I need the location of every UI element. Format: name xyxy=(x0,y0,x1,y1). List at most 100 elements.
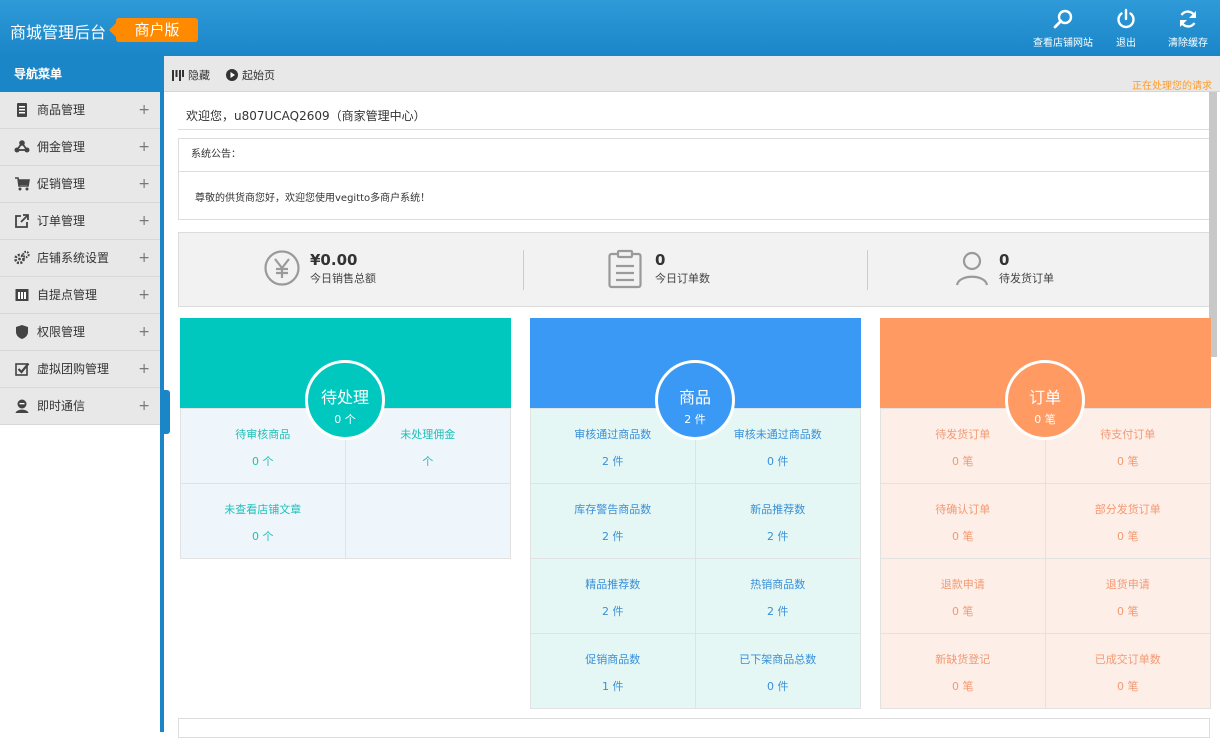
card-header: 商品 2 件 xyxy=(530,318,861,440)
notice-title: 系统公告： xyxy=(179,139,1209,172)
cell-value: 2 件 xyxy=(602,530,624,543)
cell-value: 1 件 xyxy=(602,680,624,693)
cell-value: 0 件 xyxy=(767,680,789,693)
card-grid: 待发货订单 0 笔 待支付订单 0 笔 待确认订单 0 笔 部分发货订单 0 笔 退款申… xyxy=(880,408,1211,709)
card-count: 0 个 xyxy=(334,413,356,426)
sidebar-item-orders[interactable]: 订单管理 + xyxy=(0,203,160,240)
expand-icon[interactable]: + xyxy=(138,277,150,313)
clipboard-icon xyxy=(608,249,642,289)
expand-icon[interactable]: + xyxy=(138,129,150,165)
sidebar-item-pickup-points[interactable]: 自提点管理 + xyxy=(0,277,160,314)
share-icon xyxy=(14,140,30,153)
cell-value: 0 笔 xyxy=(1117,680,1139,693)
cell-value: 0 笔 xyxy=(952,530,974,543)
stat-label: 今日订单数 xyxy=(655,272,710,285)
sidebar-item-group-buy[interactable]: 虚拟团购管理 + xyxy=(0,351,160,388)
cell-completed-orders[interactable]: 已成交订单数 0 笔 xyxy=(1045,633,1210,708)
play-circle-icon xyxy=(226,69,238,81)
card-badge: 商品 2 件 xyxy=(655,360,735,440)
cell-label: 热销商品数 xyxy=(750,578,806,591)
cell-value: 0 件 xyxy=(767,455,789,468)
chat-user-icon xyxy=(15,399,29,413)
cell-promotion-products[interactable]: 促销商品数 1 件 xyxy=(531,633,696,708)
cell-delisted-products[interactable]: 已下架商品总数 0 件 xyxy=(695,633,860,708)
cell-value: 2 件 xyxy=(767,530,789,543)
cell-value: 0 个 xyxy=(252,455,274,468)
logout-label: 退出 xyxy=(1116,38,1136,49)
sidebar-item-label: 虚拟团购管理 xyxy=(37,362,110,376)
card-header: 待处理 0 个 xyxy=(180,318,511,440)
sidebar-item-promotion[interactable]: 促销管理 + xyxy=(0,166,160,203)
sidebar-item-products[interactable]: 商品管理 + xyxy=(0,92,160,129)
expand-icon[interactable]: + xyxy=(138,166,150,202)
cell-out-of-stock[interactable]: 新缺货登记 0 笔 xyxy=(881,633,1046,708)
sidebar-item-label: 即时通信 xyxy=(37,399,86,413)
shield-icon xyxy=(16,325,28,339)
toolbar: 隐藏 起始页 xyxy=(164,56,1220,92)
stat-value: 0 xyxy=(999,251,1010,269)
cell-to-confirm[interactable]: 待确认订单 0 笔 xyxy=(881,483,1046,558)
expand-icon[interactable]: + xyxy=(138,351,150,387)
cell-label: 退款申请 xyxy=(940,578,985,591)
welcome-message: 欢迎您，u807UCAQ2609（商家管理中心） xyxy=(178,104,1210,130)
stat-label: 今日销售总额 xyxy=(310,272,376,285)
cell-partially-shipped[interactable]: 部分发货订单 0 笔 xyxy=(1045,483,1210,558)
expand-icon[interactable]: + xyxy=(138,203,150,239)
card-badge: 待处理 0 个 xyxy=(305,360,385,440)
card-title: 商品 xyxy=(678,388,711,407)
card-title: 订单 xyxy=(1028,388,1061,407)
card-products: 商品 2 件 审核通过商品数 2 件 审核未通过商品数 0 件 库存警告商品数 2 件… xyxy=(530,318,861,709)
stat-value: ¥0.00 xyxy=(310,251,358,269)
cart-icon xyxy=(15,177,30,191)
cell-featured[interactable]: 精品推荐数 2 件 xyxy=(531,558,696,633)
view-store-button[interactable]: 查看店铺网站 xyxy=(1033,8,1093,49)
product-icon xyxy=(17,103,27,117)
cell-value: 0 笔 xyxy=(1117,605,1139,618)
cell-value: 2 件 xyxy=(767,605,789,618)
sidebar-item-label: 佣金管理 xyxy=(37,140,86,154)
hide-sidebar-button[interactable]: 隐藏 xyxy=(172,67,210,83)
cell-return-requests[interactable]: 退货申请 0 笔 xyxy=(1045,558,1210,633)
edition-badge: 商户版 xyxy=(109,18,198,42)
cell-hot-selling[interactable]: 热销商品数 2 件 xyxy=(695,558,860,633)
home-page-button[interactable]: 起始页 xyxy=(226,67,275,83)
sidebar-item-store-settings[interactable]: 店铺系统设置 + xyxy=(0,240,160,277)
cell-refund-requests[interactable]: 退款申请 0 笔 xyxy=(881,558,1046,633)
cell-label: 新品推荐数 xyxy=(750,503,806,516)
notice-body: 尊敬的供货商您好，欢迎您使用vegitto多商户系统！ xyxy=(195,193,431,204)
gears-icon xyxy=(14,250,30,265)
hide-label: 隐藏 xyxy=(188,69,210,82)
sidebar-item-label: 店铺系统设置 xyxy=(37,251,110,265)
cell-value: 2 件 xyxy=(602,605,624,618)
system-notice: 系统公告： 尊敬的供货商您好，欢迎您使用vegitto多商户系统！ xyxy=(178,138,1210,220)
expand-icon[interactable]: + xyxy=(138,92,150,128)
cell-label: 新缺货登记 xyxy=(935,653,991,666)
view-store-label: 查看店铺网站 xyxy=(1033,38,1093,49)
logout-button[interactable]: 退出 xyxy=(1110,8,1142,49)
cell-label: 促销商品数 xyxy=(585,653,641,666)
cell-label: 已成交订单数 xyxy=(1094,653,1161,666)
yen-icon xyxy=(264,250,300,286)
cell-label: 已下架商品总数 xyxy=(739,653,817,666)
cell-stock-warning[interactable]: 库存警告商品数 2 件 xyxy=(531,483,696,558)
cell-unread-articles[interactable]: 未查看店铺文章 0 个 xyxy=(181,483,346,558)
stats-bar: ¥0.00 今日销售总额 0 今日订单数 0 待发货订单 xyxy=(178,232,1210,307)
expand-icon[interactable]: + xyxy=(138,240,150,276)
cell-value: 0 笔 xyxy=(952,455,974,468)
nav-menu: 商品管理 + 佣金管理 + 促销管理 + 订单管理 + 店铺系统设置 + 自提点… xyxy=(0,92,160,425)
sidebar-collapse-handle[interactable] xyxy=(164,390,170,434)
checkbox-icon xyxy=(15,362,30,376)
clear-cache-button[interactable]: 清除缓存 xyxy=(1166,8,1210,49)
sidebar-item-permissions[interactable]: 权限管理 + xyxy=(0,314,160,351)
sidebar-item-commission[interactable]: 佣金管理 + xyxy=(0,129,160,166)
cell-value: 0 笔 xyxy=(952,680,974,693)
expand-icon[interactable]: + xyxy=(138,388,150,424)
cell-value: 2 件 xyxy=(602,455,624,468)
card-pending: 待处理 0 个 待审核商品 0 个 未处理佣金个 未查看店铺文章 0 个 xyxy=(180,318,511,559)
sidebar-item-label: 权限管理 xyxy=(37,325,86,339)
sidebar-item-instant-messaging[interactable]: 即时通信 + xyxy=(0,388,160,425)
sidebar-item-label: 促销管理 xyxy=(37,177,86,191)
cell-label: 退货申请 xyxy=(1105,578,1150,591)
expand-icon[interactable]: + xyxy=(138,314,150,350)
cell-new-recommended[interactable]: 新品推荐数 2 件 xyxy=(695,483,860,558)
